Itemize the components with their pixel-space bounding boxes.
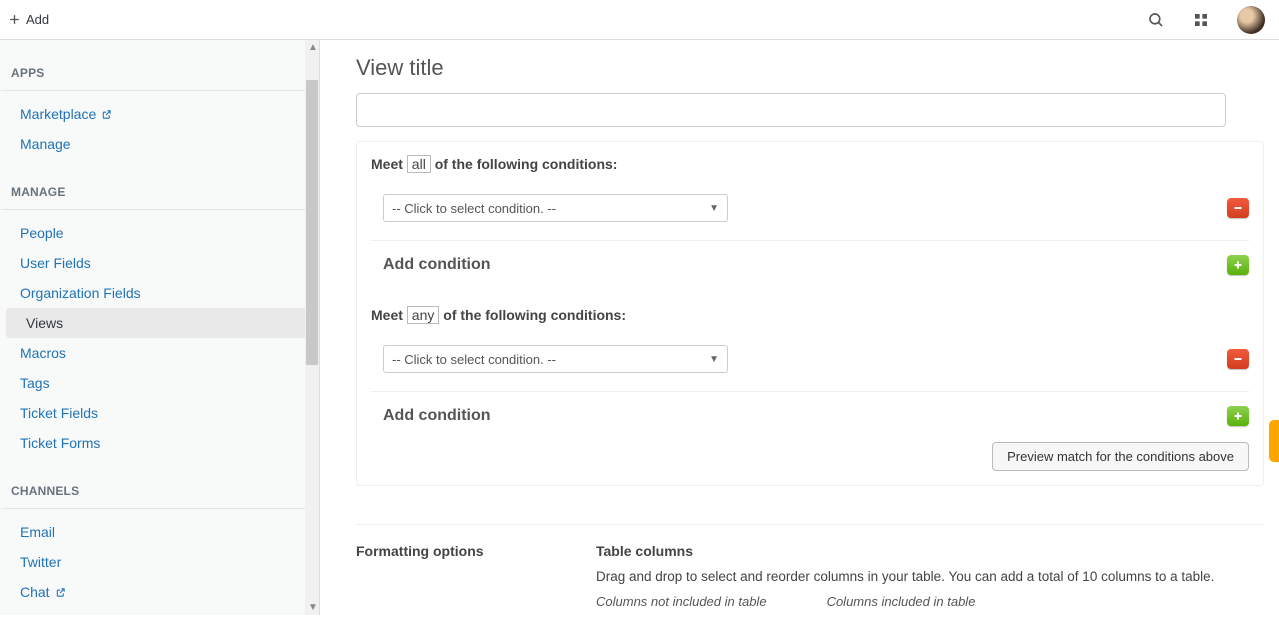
plus-icon <box>8 13 21 26</box>
sidebar-item-user-fields[interactable]: User Fields <box>0 248 319 278</box>
sidebar-item-tags[interactable]: Tags <box>0 368 319 398</box>
sidebar-item-label: Views <box>26 315 63 331</box>
formatting-section: Formatting options Table columns Drag an… <box>356 524 1264 609</box>
minus-icon <box>1232 353 1244 365</box>
sidebar: ▲ ▼ APPS Marketplace Manage MANAGE Peopl… <box>0 40 320 615</box>
sidebar-item-ticket-forms[interactable]: Ticket Forms <box>0 428 319 458</box>
add-condition-any-row: Add condition <box>371 391 1249 426</box>
sidebar-item-twitter[interactable]: Twitter <box>0 547 319 577</box>
condition-any-row: -- Click to select condition. -- ▼ <box>371 345 1249 391</box>
sidebar-item-label: Ticket Forms <box>20 435 100 451</box>
main-content: View title Meet all of the following con… <box>320 40 1279 615</box>
sidebar-item-views[interactable]: Views <box>6 308 313 338</box>
conditions-all-heading: Meet all of the following conditions: <box>371 156 1249 172</box>
conditions-any-heading: Meet any of the following conditions: <box>371 307 1249 323</box>
sidebar-item-label: Macros <box>20 345 66 361</box>
sidebar-item-label: Organization Fields <box>20 285 141 301</box>
condition-select-all[interactable]: -- Click to select condition. -- ▼ <box>383 194 728 222</box>
view-title-input[interactable] <box>356 93 1226 127</box>
sidebar-item-label: People <box>20 225 64 241</box>
sidebar-item-email[interactable]: Email <box>0 517 319 547</box>
sidebar-item-chat[interactable]: Chat <box>0 577 319 607</box>
remove-condition-button[interactable] <box>1227 198 1249 218</box>
condition-all-row: -- Click to select condition. -- ▼ <box>371 194 1249 240</box>
sidebar-item-macros[interactable]: Macros <box>0 338 319 368</box>
add-condition-label: Add condition <box>383 256 491 274</box>
add-label: Add <box>26 12 49 27</box>
sidebar-item-label: Marketplace <box>20 106 96 122</box>
table-columns-help: Drag and drop to select and reorder colu… <box>596 569 1264 584</box>
sidebar-item-label: Twitter <box>20 554 61 570</box>
minus-icon <box>1232 202 1244 214</box>
topbar-right <box>1147 6 1265 34</box>
external-link-icon <box>55 587 66 598</box>
chevron-down-icon[interactable]: ▼ <box>308 602 318 613</box>
page-title: View title <box>356 55 1249 81</box>
add-condition-button[interactable] <box>1227 255 1249 275</box>
sidebar-heading-manage: MANAGE <box>1 169 318 210</box>
condition-select-any[interactable]: -- Click to select condition. -- ▼ <box>383 345 728 373</box>
sidebar-item-ticket-fields[interactable]: Ticket Fields <box>0 398 319 428</box>
sidebar-heading-apps: APPS <box>1 50 318 91</box>
sidebar-item-label: Chat <box>20 584 50 600</box>
avatar[interactable] <box>1237 6 1265 34</box>
preview-button[interactable]: Preview match for the conditions above <box>992 442 1249 471</box>
quantifier-any: any <box>407 306 440 324</box>
sidebar-item-label: Tags <box>20 375 50 391</box>
columns-included-heading: Columns included in table <box>827 594 976 609</box>
chevron-down-icon: ▼ <box>709 354 719 365</box>
sidebar-heading-channels: CHANNELS <box>1 468 318 509</box>
quantifier-all: all <box>407 155 431 173</box>
plus-icon <box>1232 259 1244 271</box>
select-placeholder: -- Click to select condition. -- <box>392 352 556 367</box>
add-button[interactable]: Add <box>8 12 49 27</box>
sidebar-item-manage-apps[interactable]: Manage <box>0 129 319 159</box>
sidebar-scrollbar[interactable]: ▲ ▼ <box>305 40 319 615</box>
chevron-down-icon: ▼ <box>709 203 719 214</box>
sidebar-item-marketplace[interactable]: Marketplace <box>0 99 319 129</box>
search-icon[interactable] <box>1147 11 1165 29</box>
sidebar-item-label: User Fields <box>20 255 91 271</box>
sidebar-item-label: Ticket Fields <box>20 405 98 421</box>
columns-not-included-heading: Columns not included in table <box>596 594 767 609</box>
remove-condition-button[interactable] <box>1227 349 1249 369</box>
scrollbar-thumb[interactable] <box>306 80 318 365</box>
add-condition-button[interactable] <box>1227 406 1249 426</box>
chevron-up-icon[interactable]: ▲ <box>308 42 318 53</box>
sidebar-item-people[interactable]: People <box>0 218 319 248</box>
plus-icon <box>1232 410 1244 422</box>
sidebar-item-label: Email <box>20 524 55 540</box>
sidebar-item-label: Manage <box>20 136 71 152</box>
table-columns-heading: Table columns <box>596 543 1264 559</box>
external-link-icon <box>101 109 112 120</box>
formatting-heading: Formatting options <box>356 543 536 609</box>
topbar: Add <box>0 0 1279 40</box>
sidebar-item-organization-fields[interactable]: Organization Fields <box>0 278 319 308</box>
feedback-tab[interactable] <box>1269 420 1279 462</box>
add-condition-label: Add condition <box>383 407 491 425</box>
add-condition-all-row: Add condition <box>371 240 1249 275</box>
select-placeholder: -- Click to select condition. -- <box>392 201 556 216</box>
apps-grid-icon[interactable] <box>1193 12 1209 28</box>
conditions-box: Meet all of the following conditions: --… <box>356 141 1264 486</box>
